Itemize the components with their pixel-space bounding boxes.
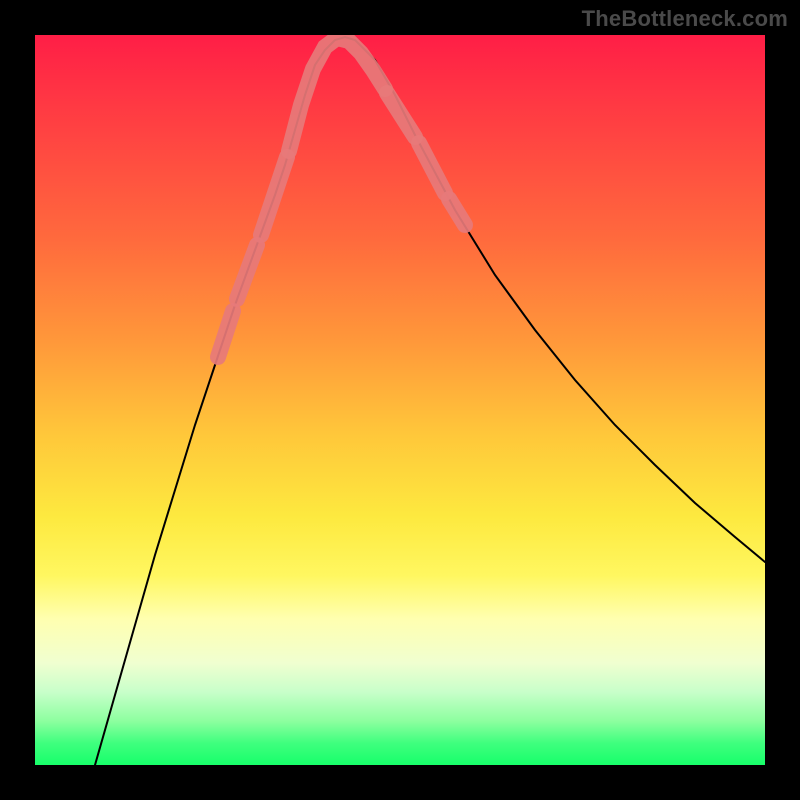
overlay-right-lower bbox=[387, 93, 415, 137]
overlay-right-mid bbox=[419, 143, 445, 193]
curve-svg bbox=[35, 35, 765, 765]
overlay-right-upper bbox=[449, 199, 465, 225]
overlay-left-mid bbox=[237, 245, 257, 299]
overlay-left-lower bbox=[261, 157, 287, 235]
highlight-overlay bbox=[218, 38, 465, 357]
plot-area bbox=[35, 35, 765, 765]
overlay-valley bbox=[289, 38, 385, 151]
chart-frame: TheBottleneck.com bbox=[0, 0, 800, 800]
bottleneck-curve bbox=[95, 37, 765, 765]
watermark-label: TheBottleneck.com bbox=[582, 6, 788, 32]
overlay-left-upper bbox=[218, 311, 233, 357]
